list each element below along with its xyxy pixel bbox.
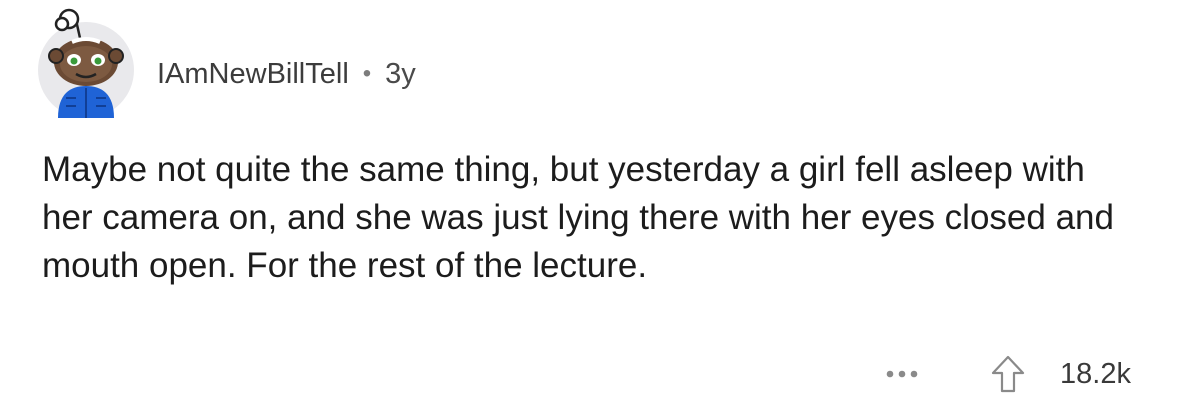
user-avatar[interactable] — [36, 6, 136, 118]
upvote-button[interactable] — [986, 352, 1030, 396]
more-options-icon — [886, 370, 918, 378]
comment-header: IAmNewBillTell • 3y — [157, 56, 416, 92]
comment-actions: 18.2k — [880, 350, 1131, 398]
more-options-button[interactable] — [880, 356, 924, 392]
separator-dot: • — [362, 60, 372, 87]
vote-score: 18.2k — [1060, 357, 1131, 390]
comment-body: Maybe not quite the same thing, but yest… — [42, 150, 1114, 285]
upvote-arrow-icon — [991, 355, 1025, 393]
comment-age: 3y — [385, 57, 416, 90]
username-link[interactable]: IAmNewBillTell — [157, 58, 349, 91]
snoo-avatar-icon — [38, 8, 134, 118]
comment: IAmNewBillTell • 3y Maybe not quite the … — [0, 0, 1179, 416]
